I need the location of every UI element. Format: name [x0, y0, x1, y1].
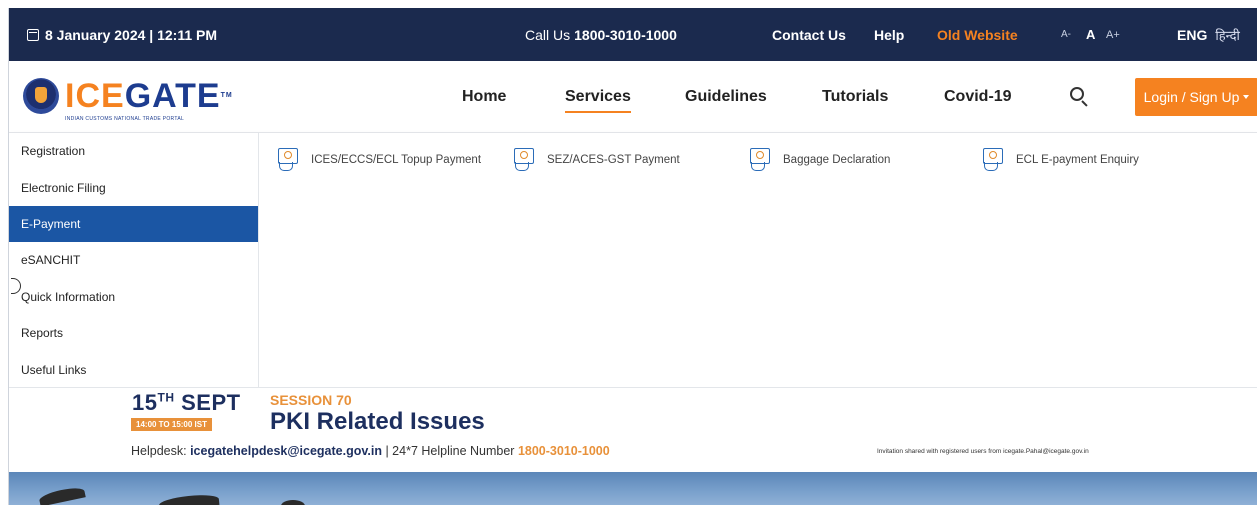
calendar-icon — [27, 28, 39, 41]
page: 8 January 2024 | 12:11 PM Call Us 1800-3… — [8, 8, 1257, 505]
banner-title: PKI Related Issues — [270, 408, 485, 435]
help-link[interactable]: Help — [874, 8, 904, 61]
submenu-ices-topup-payment[interactable]: ICES/ECCS/ECL Topup Payment — [275, 147, 481, 173]
hero-image — [9, 472, 1257, 505]
bird-silhouette — [281, 500, 305, 505]
banner-time: 14:00 TO 15:00 IST — [131, 418, 212, 431]
logo-brand: ICEGATETM — [65, 77, 233, 115]
nav-guidelines[interactable]: Guidelines — [685, 61, 767, 133]
call-us-label: Call Us — [525, 26, 571, 43]
banner-invitation: Invitation shared with registered users … — [877, 448, 1089, 455]
emblem-icon — [23, 78, 59, 114]
icegate-logo[interactable]: ICEGATETM INDIAN CUSTOMS NATIONAL TRADE … — [23, 76, 232, 126]
bird-silhouette — [38, 485, 86, 505]
menu-electronic-filing[interactable]: Electronic Filing — [9, 169, 258, 205]
call-us: Call Us 1800-3010-1000 — [525, 8, 677, 61]
submenu-label: ECL E-payment Enquiry — [1016, 154, 1139, 166]
nav-tutorials[interactable]: Tutorials — [822, 61, 888, 133]
menu-registration[interactable]: Registration — [9, 133, 258, 169]
top-bar: 8 January 2024 | 12:11 PM Call Us 1800-3… — [9, 8, 1257, 61]
submenu-sez-gst-payment[interactable]: SEZ/ACES-GST Payment — [511, 147, 680, 173]
font-increase-button[interactable]: A+ — [1106, 8, 1120, 61]
payment-icon — [275, 147, 301, 173]
submenu-label: ICES/ECCS/ECL Topup Payment — [311, 154, 482, 166]
search-icon[interactable] — [1070, 87, 1090, 107]
caret-down-icon — [1243, 95, 1250, 99]
nav-home[interactable]: Home — [462, 61, 506, 133]
payment-icon — [980, 147, 1006, 173]
services-dropdown: Registration Electronic Filing E-Payment… — [9, 133, 1257, 388]
submenu-baggage-declaration[interactable]: Baggage Declaration — [747, 147, 890, 173]
menu-esanchit[interactable]: eSANCHIT — [9, 242, 258, 278]
banner-date: 15TH SEPT — [132, 390, 241, 415]
submenu-label: Baggage Declaration — [783, 154, 891, 166]
lang-english[interactable]: ENG — [1177, 27, 1207, 43]
bird-silhouette — [158, 492, 220, 505]
login-signup-button[interactable]: Login / Sign Up — [1135, 78, 1257, 116]
nav-covid-19[interactable]: Covid-19 — [944, 61, 1012, 133]
main-nav: ICEGATETM INDIAN CUSTOMS NATIONAL TRADE … — [9, 61, 1257, 133]
logo-tagline: INDIAN CUSTOMS NATIONAL TRADE PORTAL — [65, 116, 185, 122]
banner-session: SESSION 70 — [270, 392, 352, 408]
menu-useful-links[interactable]: Useful Links — [9, 351, 258, 387]
login-signup-label: Login / Sign Up — [1143, 89, 1240, 105]
menu-e-payment[interactable]: E-Payment — [9, 205, 258, 243]
submenu-ecl-payment-enquiry[interactable]: ECL E-payment Enquiry — [980, 147, 1139, 173]
banner-helpdesk: Helpdesk: icegatehelpdesk@icegate.gov.in… — [131, 444, 610, 458]
font-normal-button[interactable]: A — [1086, 8, 1095, 61]
nav-services[interactable]: Services — [565, 61, 631, 133]
services-menu: Registration Electronic Filing E-Payment… — [9, 133, 259, 388]
menu-reports[interactable]: Reports — [9, 315, 258, 351]
language-switch: ENG हिन्दी — [1177, 8, 1240, 61]
payment-icon — [511, 147, 537, 173]
call-us-number: 1800-3010-1000 — [574, 26, 677, 43]
date-time: 8 January 2024 | 12:11 PM — [27, 8, 217, 61]
session-banner[interactable]: 15TH SEPT 14:00 TO 15:00 IST SESSION 70 … — [9, 388, 1257, 472]
menu-quick-information[interactable]: Quick Information — [9, 279, 258, 315]
font-decrease-button[interactable]: A- — [1061, 8, 1071, 61]
contact-us-link[interactable]: Contact Us — [772, 8, 846, 61]
old-website-link[interactable]: Old Website — [937, 8, 1018, 61]
submenu-label: SEZ/ACES-GST Payment — [547, 154, 680, 166]
lang-hindi[interactable]: हिन्दी — [1215, 26, 1240, 44]
date-time-text: 8 January 2024 | 12:11 PM — [45, 26, 218, 43]
payment-icon — [747, 147, 773, 173]
